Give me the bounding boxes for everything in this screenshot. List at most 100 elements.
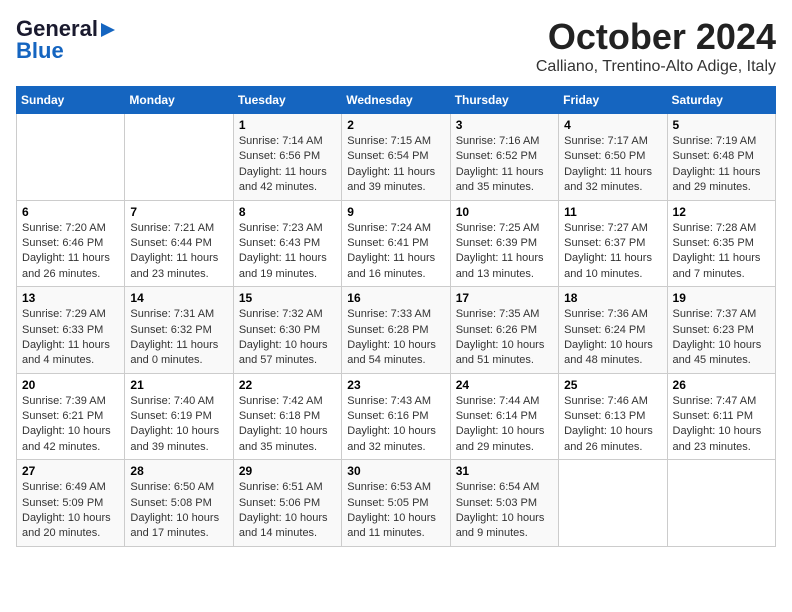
- calendar-cell: [667, 460, 775, 547]
- day-number: 5: [673, 118, 770, 132]
- day-number: 6: [22, 205, 119, 219]
- calendar-cell: 3 Sunrise: 7:16 AM Sunset: 6:52 PM Daylig…: [450, 114, 558, 201]
- day-number: 16: [347, 291, 444, 305]
- calendar-cell: 25 Sunrise: 7:46 AM Sunset: 6:13 PM Dayli…: [559, 373, 667, 460]
- day-number: 27: [22, 464, 119, 478]
- day-info: Sunrise: 7:24 AM Sunset: 6:41 PM Dayligh…: [347, 221, 444, 283]
- day-number: 3: [456, 118, 553, 132]
- page-header: General Blue October 2024 Calliano, Tren…: [16, 16, 776, 76]
- location: Calliano, Trentino-Alto Adige, Italy: [536, 58, 776, 76]
- calendar-cell: 30 Sunrise: 6:53 AM Sunset: 5:05 PM Dayli…: [342, 460, 450, 547]
- day-number: 2: [347, 118, 444, 132]
- day-info: Sunrise: 7:29 AM Sunset: 6:33 PM Dayligh…: [22, 307, 119, 369]
- calendar-cell: 15Sunrise: 7:32 AM Sunset: 6:30 PM Dayli…: [233, 287, 341, 374]
- calendar-cell: 7 Sunrise: 7:21 AM Sunset: 6:44 PM Daylig…: [125, 200, 233, 287]
- calendar-cell: 13 Sunrise: 7:29 AM Sunset: 6:33 PM Dayli…: [17, 287, 125, 374]
- calendar-cell: 28 Sunrise: 6:50 AM Sunset: 5:08 PM Dayli…: [125, 460, 233, 547]
- calendar-cell: 10 Sunrise: 7:25 AM Sunset: 6:39 PM Dayli…: [450, 200, 558, 287]
- day-info: Sunrise: 7:17 AM Sunset: 6:50 PM Dayligh…: [564, 134, 661, 196]
- day-info: Sunrise: 6:50 AM Sunset: 5:08 PM Dayligh…: [130, 480, 227, 542]
- calendar-cell: 1 Sunrise: 7:14 AM Sunset: 6:56 PM Daylig…: [233, 114, 341, 201]
- calendar-cell: 4 Sunrise: 7:17 AM Sunset: 6:50 PM Daylig…: [559, 114, 667, 201]
- day-info: Sunrise: 6:51 AM Sunset: 5:06 PM Dayligh…: [239, 480, 336, 542]
- logo-arrow-icon: [99, 21, 117, 39]
- col-header-tuesday: Tuesday: [233, 87, 341, 114]
- day-number: 4: [564, 118, 661, 132]
- calendar-cell: 26Sunrise: 7:47 AM Sunset: 6:11 PM Dayli…: [667, 373, 775, 460]
- calendar-cell: [125, 114, 233, 201]
- month-title: October 2024: [536, 16, 776, 58]
- day-number: 14: [130, 291, 227, 305]
- day-number: 7: [130, 205, 227, 219]
- day-number: 31: [456, 464, 553, 478]
- day-number: 25: [564, 378, 661, 392]
- day-info: Sunrise: 7:25 AM Sunset: 6:39 PM Dayligh…: [456, 221, 553, 283]
- day-info: Sunrise: 7:42 AM Sunset: 6:18 PM Dayligh…: [239, 394, 336, 456]
- col-header-sunday: Sunday: [17, 87, 125, 114]
- day-number: 21: [130, 378, 227, 392]
- calendar-cell: 2 Sunrise: 7:15 AM Sunset: 6:54 PM Daylig…: [342, 114, 450, 201]
- day-number: 9: [347, 205, 444, 219]
- calendar-cell: 16 Sunrise: 7:33 AM Sunset: 6:28 PM Dayli…: [342, 287, 450, 374]
- day-number: 30: [347, 464, 444, 478]
- day-info: Sunrise: 7:16 AM Sunset: 6:52 PM Dayligh…: [456, 134, 553, 196]
- day-info: Sunrise: 7:39 AM Sunset: 6:21 PM Dayligh…: [22, 394, 119, 456]
- day-number: 29: [239, 464, 336, 478]
- day-number: 19: [673, 291, 770, 305]
- calendar-cell: 19 Sunrise: 7:37 AM Sunset: 6:23 PM Dayli…: [667, 287, 775, 374]
- calendar-cell: 24Sunrise: 7:44 AM Sunset: 6:14 PM Dayli…: [450, 373, 558, 460]
- col-header-thursday: Thursday: [450, 87, 558, 114]
- day-info: Sunrise: 7:37 AM Sunset: 6:23 PM Dayligh…: [673, 307, 770, 369]
- day-number: 20: [22, 378, 119, 392]
- calendar-cell: 27 Sunrise: 6:49 AM Sunset: 5:09 PM Dayli…: [17, 460, 125, 547]
- day-number: 8: [239, 205, 336, 219]
- day-number: 17: [456, 291, 553, 305]
- calendar-cell: 20 Sunrise: 7:39 AM Sunset: 6:21 PM Dayli…: [17, 373, 125, 460]
- calendar-cell: 29 Sunrise: 6:51 AM Sunset: 5:06 PM Dayli…: [233, 460, 341, 547]
- day-number: 12: [673, 205, 770, 219]
- col-header-monday: Monday: [125, 87, 233, 114]
- day-info: Sunrise: 7:43 AM Sunset: 6:16 PM Dayligh…: [347, 394, 444, 456]
- day-info: Sunrise: 7:21 AM Sunset: 6:44 PM Dayligh…: [130, 221, 227, 283]
- day-number: 10: [456, 205, 553, 219]
- day-number: 1: [239, 118, 336, 132]
- calendar-cell: 21Sunrise: 7:40 AM Sunset: 6:19 PM Dayli…: [125, 373, 233, 460]
- day-info: Sunrise: 7:36 AM Sunset: 6:24 PM Dayligh…: [564, 307, 661, 369]
- col-header-wednesday: Wednesday: [342, 87, 450, 114]
- day-info: Sunrise: 7:14 AM Sunset: 6:56 PM Dayligh…: [239, 134, 336, 196]
- day-info: Sunrise: 7:19 AM Sunset: 6:48 PM Dayligh…: [673, 134, 770, 196]
- day-info: Sunrise: 6:49 AM Sunset: 5:09 PM Dayligh…: [22, 480, 119, 542]
- logo: General Blue: [16, 16, 117, 64]
- day-info: Sunrise: 7:23 AM Sunset: 6:43 PM Dayligh…: [239, 221, 336, 283]
- day-number: 23: [347, 378, 444, 392]
- title-block: October 2024 Calliano, Trentino-Alto Adi…: [536, 16, 776, 76]
- day-info: Sunrise: 6:53 AM Sunset: 5:05 PM Dayligh…: [347, 480, 444, 542]
- calendar-cell: 11 Sunrise: 7:27 AM Sunset: 6:37 PM Dayli…: [559, 200, 667, 287]
- calendar-cell: 12 Sunrise: 7:28 AM Sunset: 6:35 PM Dayli…: [667, 200, 775, 287]
- calendar-cell: 17 Sunrise: 7:35 AM Sunset: 6:26 PM Dayli…: [450, 287, 558, 374]
- calendar-cell: 9 Sunrise: 7:24 AM Sunset: 6:41 PM Daylig…: [342, 200, 450, 287]
- calendar-table: SundayMondayTuesdayWednesdayThursdayFrid…: [16, 86, 776, 547]
- col-header-saturday: Saturday: [667, 87, 775, 114]
- day-number: 24: [456, 378, 553, 392]
- day-info: Sunrise: 7:31 AM Sunset: 6:32 PM Dayligh…: [130, 307, 227, 369]
- day-info: Sunrise: 7:27 AM Sunset: 6:37 PM Dayligh…: [564, 221, 661, 283]
- day-number: 13: [22, 291, 119, 305]
- calendar-cell: 23 Sunrise: 7:43 AM Sunset: 6:16 PM Dayli…: [342, 373, 450, 460]
- day-info: Sunrise: 7:35 AM Sunset: 6:26 PM Dayligh…: [456, 307, 553, 369]
- day-info: Sunrise: 7:28 AM Sunset: 6:35 PM Dayligh…: [673, 221, 770, 283]
- col-header-friday: Friday: [559, 87, 667, 114]
- day-info: Sunrise: 7:46 AM Sunset: 6:13 PM Dayligh…: [564, 394, 661, 456]
- calendar-cell: 14 Sunrise: 7:31 AM Sunset: 6:32 PM Dayli…: [125, 287, 233, 374]
- day-info: Sunrise: 7:15 AM Sunset: 6:54 PM Dayligh…: [347, 134, 444, 196]
- day-number: 28: [130, 464, 227, 478]
- day-info: Sunrise: 6:54 AM Sunset: 5:03 PM Dayligh…: [456, 480, 553, 542]
- calendar-cell: 22 Sunrise: 7:42 AM Sunset: 6:18 PM Dayli…: [233, 373, 341, 460]
- day-info: Sunrise: 7:33 AM Sunset: 6:28 PM Dayligh…: [347, 307, 444, 369]
- calendar-cell: [17, 114, 125, 201]
- day-number: 26: [673, 378, 770, 392]
- calendar-cell: [559, 460, 667, 547]
- day-number: 22: [239, 378, 336, 392]
- day-number: 11: [564, 205, 661, 219]
- day-info: Sunrise: 7:32 AM Sunset: 6:30 PM Dayligh…: [239, 307, 336, 369]
